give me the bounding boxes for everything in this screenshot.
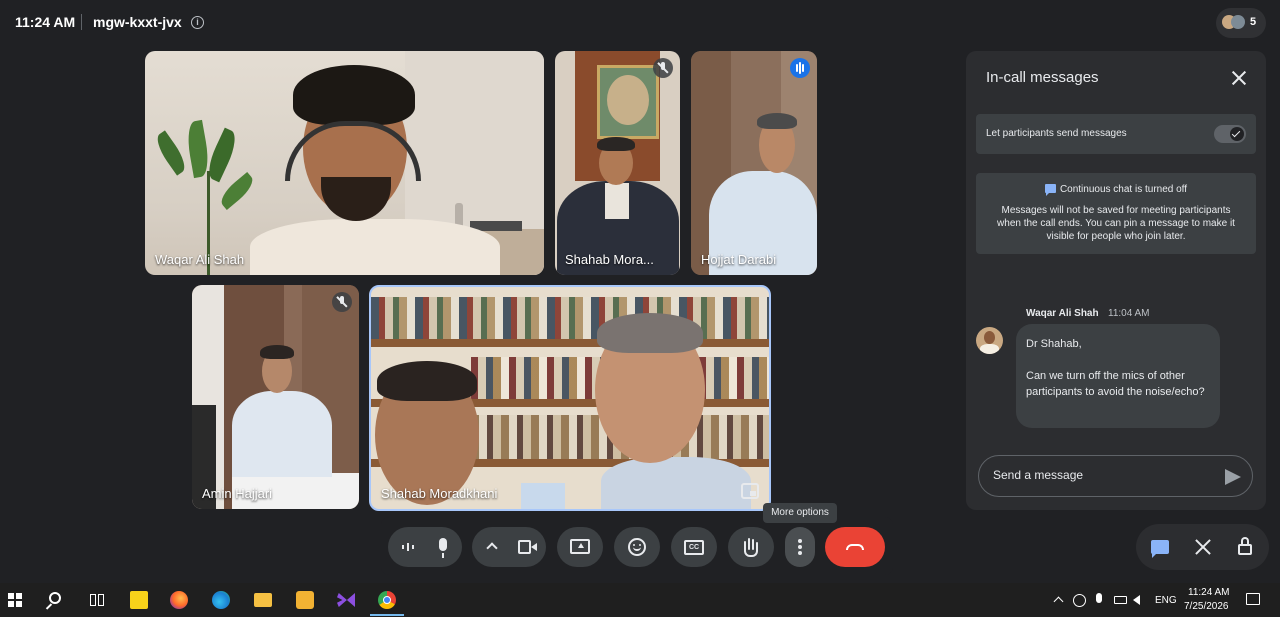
message-time: 11:04 AM xyxy=(1108,308,1150,319)
notice-title: Continuous chat is turned off xyxy=(976,184,1256,196)
panel-title: In-call messages xyxy=(986,69,1099,86)
checkmark-icon xyxy=(1230,127,1244,141)
send-messages-setting: Let participants send messages xyxy=(976,114,1256,154)
tile-name-label: Shahab Mora... xyxy=(565,252,654,267)
in-call-messages-panel: In-call messages Let participants send m… xyxy=(966,51,1266,510)
message-line: Dr Shahab, xyxy=(1026,338,1082,350)
video-tile-shahab-moradkhani[interactable]: Shahab Moradkhani xyxy=(369,285,771,511)
edge-icon[interactable] xyxy=(212,591,230,609)
microphone-tray-icon[interactable] xyxy=(1096,593,1102,603)
send-messages-toggle[interactable] xyxy=(1214,125,1246,143)
chevron-up-icon[interactable] xyxy=(486,542,498,554)
captions-button[interactable]: CC xyxy=(671,527,717,567)
mic-off-icon xyxy=(332,292,352,312)
raise-hand-button[interactable] xyxy=(728,527,774,567)
hang-up-icon xyxy=(846,544,864,550)
audio-settings-icon[interactable] xyxy=(402,543,416,551)
activities-icon xyxy=(1195,539,1211,555)
participant-count: 5 xyxy=(1250,16,1257,28)
visual-studio-icon[interactable] xyxy=(337,591,355,609)
present-screen-icon xyxy=(570,539,590,554)
more-options-button[interactable] xyxy=(785,527,815,567)
info-icon[interactable]: i xyxy=(191,16,204,29)
message-sender: Waqar Ali Shah xyxy=(1026,308,1099,319)
video-tile-waqar[interactable]: Waqar Ali Shah xyxy=(145,51,544,275)
speaking-indicator-icon xyxy=(790,58,810,78)
send-icon[interactable] xyxy=(1225,469,1241,485)
mic-button-group xyxy=(388,527,462,567)
chat-button[interactable] xyxy=(1138,526,1182,570)
captions-icon: CC xyxy=(684,540,704,555)
tile-name-label: Shahab Moradkhani xyxy=(381,486,498,501)
chevron-up-icon[interactable] xyxy=(1053,596,1064,607)
chat-bubble-icon xyxy=(1044,184,1056,196)
video-tile-amin[interactable]: Amin Hajjari xyxy=(192,285,359,509)
video-tile-hojjat[interactable]: Hojjat Darabi xyxy=(691,51,817,275)
taskbar: ENG 11:24 AM 7/25/2026 xyxy=(0,583,1280,617)
tile-name-label: Waqar Ali Shah xyxy=(155,252,245,267)
more-options-tooltip: More options xyxy=(763,503,837,523)
end-call-button[interactable] xyxy=(825,527,885,567)
avatar xyxy=(976,327,1003,354)
camera-icon[interactable] xyxy=(518,540,538,554)
tile-name-label: Hojjat Darabi xyxy=(701,252,777,267)
divider xyxy=(81,14,82,30)
notifications-icon[interactable] xyxy=(1246,593,1260,605)
meeting-code: mgw-kxxt-jvx xyxy=(93,14,182,30)
language-indicator[interactable]: ENG xyxy=(1155,595,1177,606)
message-line: Can we turn off the mics of other partic… xyxy=(1026,370,1205,398)
tile-name-label: Amin Hajjari xyxy=(202,486,273,501)
hand-icon xyxy=(742,537,760,557)
reactions-button[interactable] xyxy=(614,527,660,567)
task-view-icon[interactable] xyxy=(88,591,106,609)
more-vert-icon xyxy=(798,539,802,555)
mic-off-icon xyxy=(653,58,673,78)
taskbar-time[interactable]: 11:24 AM xyxy=(1188,587,1230,598)
host-controls-button[interactable] xyxy=(1224,526,1268,570)
activities-button[interactable] xyxy=(1181,526,1225,570)
app-icon[interactable] xyxy=(296,591,314,609)
continuous-chat-notice: Continuous chat is turned off Messages w… xyxy=(976,173,1256,254)
sticky-notes-icon[interactable] xyxy=(130,591,148,609)
volume-icon[interactable] xyxy=(1133,595,1140,605)
video-tile-shahab-mora[interactable]: Shahab Mora... xyxy=(555,51,680,275)
active-app-indicator xyxy=(370,614,404,616)
message-input-box xyxy=(978,455,1253,497)
participants-button[interactable]: 5 xyxy=(1216,8,1266,38)
message-input[interactable] xyxy=(993,468,1213,482)
notice-body: Messages will not be saved for meeting p… xyxy=(997,205,1235,242)
chat-icon xyxy=(1151,540,1169,554)
camera-button-group xyxy=(472,527,546,567)
present-button[interactable] xyxy=(557,527,603,567)
avatar xyxy=(1231,15,1245,29)
file-explorer-icon[interactable] xyxy=(254,593,272,607)
taskbar-date[interactable]: 7/25/2026 xyxy=(1184,601,1229,612)
pip-icon[interactable] xyxy=(741,483,759,499)
mic-icon[interactable] xyxy=(436,538,450,558)
globe-icon[interactable] xyxy=(1073,594,1086,607)
windows-start-icon[interactable] xyxy=(8,593,22,607)
close-icon[interactable] xyxy=(1228,67,1250,89)
message-bubble: Dr Shahab, Can we turn off the mics of o… xyxy=(1016,324,1220,428)
battery-icon[interactable] xyxy=(1114,596,1127,604)
chrome-icon[interactable] xyxy=(378,591,396,609)
search-icon[interactable] xyxy=(45,591,65,610)
top-bar: 11:24 AM mgw-kxxt-jvx i 5 xyxy=(0,0,1280,46)
meeting-time: 11:24 AM xyxy=(15,14,76,30)
toggle-label: Let participants send messages xyxy=(986,128,1127,139)
firefox-icon[interactable] xyxy=(170,591,188,609)
emoji-icon xyxy=(628,538,646,556)
